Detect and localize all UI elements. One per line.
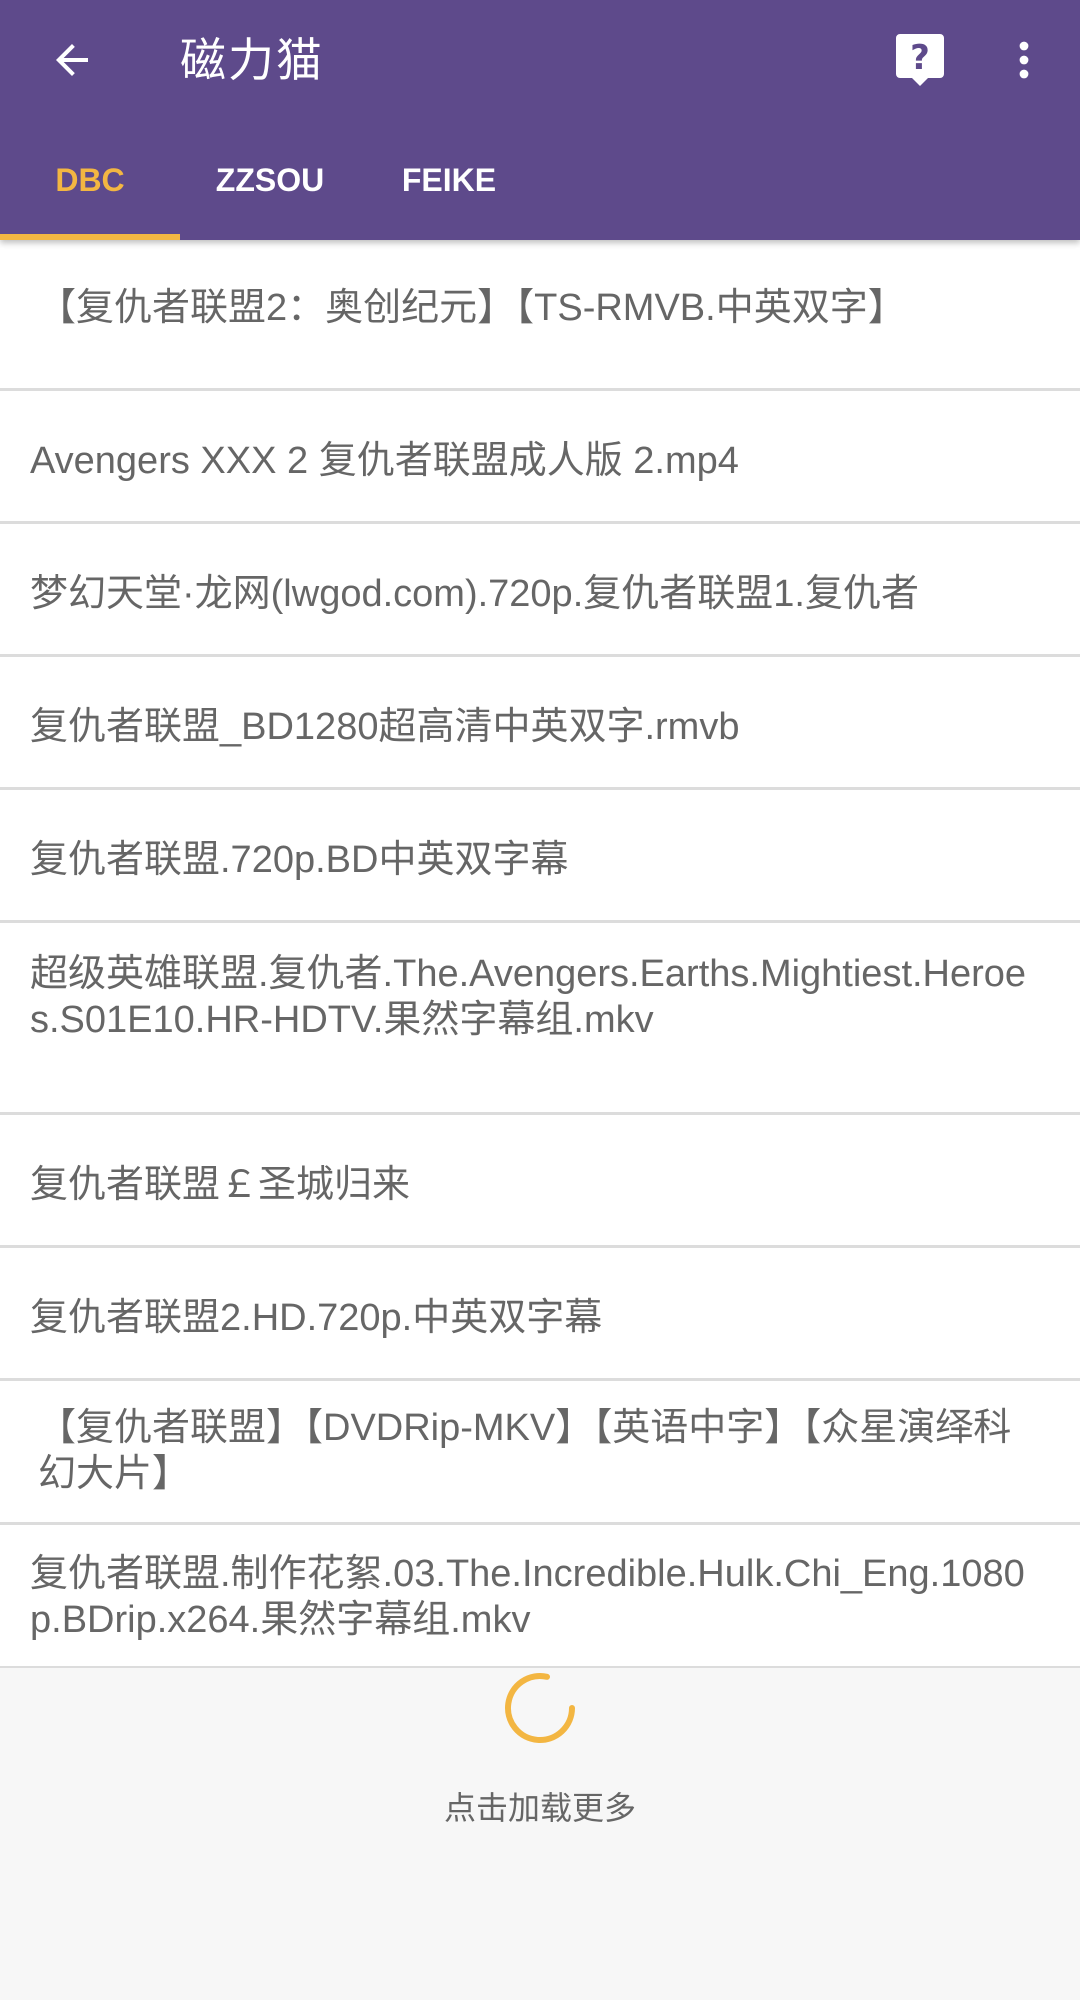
source-tabs: DBC ZZSOU FEIKE (0, 120, 1080, 240)
list-item-title: 复仇者联盟.720p.BD中英双字幕 (30, 839, 569, 881)
list-item-title: Avengers XXX 2 复仇者联盟成人版 2.mp4 (30, 440, 739, 482)
list-item-title: 复仇者联盟￡圣城归来 (30, 1164, 411, 1206)
load-more-footer[interactable]: 点击加载更多 (0, 1668, 1080, 2000)
list-item-title: 超级英雄联盟.复仇者.The.Avengers.Earths.Mightiest… (30, 953, 1027, 1041)
toolbar: 磁力猫 ? (0, 0, 1080, 120)
list-item[interactable]: 复仇者联盟_BD1280超高清中英双字.rmvb (0, 657, 1080, 790)
list-item[interactable]: 【复仇者联盟】【DVDRip-MKV】【英语中字】【众星演绎科幻大片】 (0, 1381, 1080, 1525)
result-list: 【复仇者联盟2：奥创纪元】【TS-RMVB.中英双字】 Avengers XXX… (0, 240, 1080, 1669)
list-item[interactable]: 【复仇者联盟2：奥创纪元】【TS-RMVB.中英双字】 (0, 240, 1080, 391)
list-item-title: 复仇者联盟_BD1280超高清中英双字.rmvb (30, 706, 740, 748)
list-item[interactable]: 复仇者联盟￡圣城归来 (0, 1115, 1080, 1248)
list-item-title: 【复仇者联盟2：奥创纪元】【TS-RMVB.中英双字】 (38, 287, 906, 329)
list-item-title: 复仇者联盟2.HD.720p.中英双字幕 (30, 1297, 603, 1339)
arrow-back-icon (56, 44, 88, 76)
page-title: 磁力猫 (180, 33, 324, 87)
list-item[interactable]: 梦幻天堂·龙网(lwgod.com).720p.复仇者联盟1.复仇者 (0, 524, 1080, 657)
tab-zzsou[interactable]: ZZSOU (180, 120, 360, 240)
list-item-title: 梦幻天堂·龙网(lwgod.com).720p.复仇者联盟1.复仇者 (30, 573, 919, 615)
app-bar: 磁力猫 ? DBC ZZSOU FEIKE (0, 0, 1080, 240)
list-item[interactable]: 复仇者联盟2.HD.720p.中英双字幕 (0, 1248, 1080, 1381)
list-item[interactable]: 超级英雄联盟.复仇者.The.Avengers.Earths.Mightiest… (0, 923, 1080, 1115)
back-button[interactable] (30, 18, 114, 102)
load-more-button[interactable]: 点击加载更多 (0, 1786, 1080, 1830)
tab-feike[interactable]: FEIKE (359, 120, 539, 240)
list-item-title: 复仇者联盟.制作花絮.03.The.Incredible.Hulk.Chi_En… (30, 1553, 1025, 1641)
list-item[interactable]: 复仇者联盟.720p.BD中英双字幕 (0, 790, 1080, 923)
help-button[interactable]: ? (878, 18, 962, 102)
tab-dbc[interactable]: DBC (0, 120, 180, 240)
app-root: 磁力猫 ? DBC ZZSOU FEIKE 【复仇者联盟2：奥创纪元】【TS-R… (0, 0, 1080, 2000)
loading-spinner-icon (505, 1673, 575, 1744)
more-options-button[interactable] (982, 18, 1066, 102)
help-icon: ? (896, 34, 944, 86)
list-item[interactable]: Avengers XXX 2 复仇者联盟成人版 2.mp4 (0, 391, 1080, 524)
list-item-title: 【复仇者联盟】【DVDRip-MKV】【英语中字】【众星演绎科幻大片】 (38, 1407, 1012, 1495)
more-vert-icon (1019, 41, 1029, 79)
list-item[interactable]: 复仇者联盟.制作花絮.03.The.Incredible.Hulk.Chi_En… (0, 1525, 1080, 1669)
active-tab-indicator (0, 234, 180, 240)
svg-text:?: ? (910, 38, 930, 78)
